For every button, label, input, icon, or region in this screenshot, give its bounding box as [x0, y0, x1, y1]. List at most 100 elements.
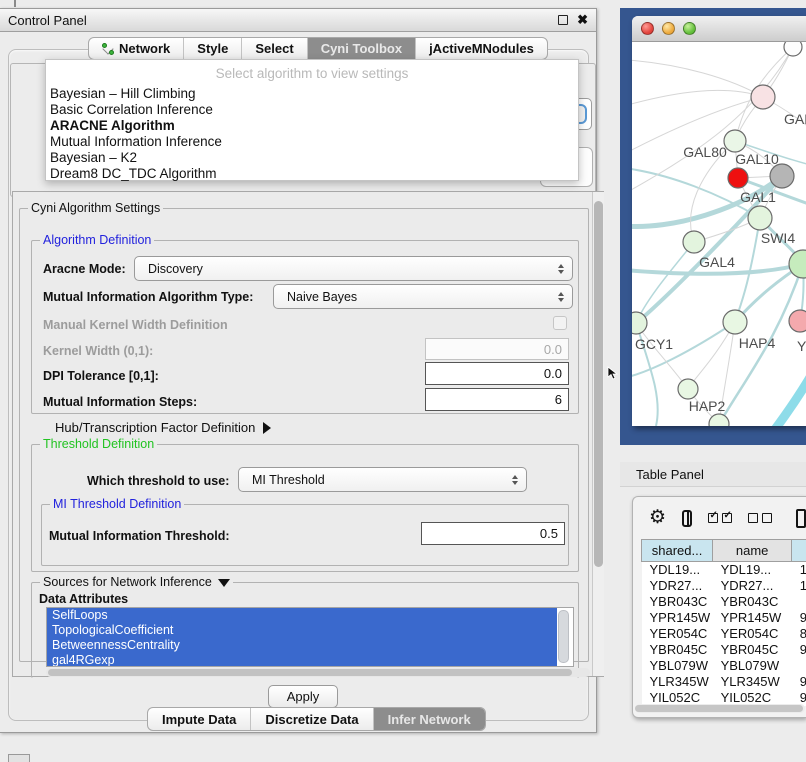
data-attribute-item[interactable]: BetweennessCentrality — [47, 638, 557, 653]
table-cell: YER054C — [642, 626, 713, 642]
network-edge[interactable] — [632, 90, 763, 106]
network-node[interactable] — [728, 168, 748, 188]
data-attribute-item[interactable]: SelfLoops — [47, 608, 557, 623]
gear-icon[interactable]: ⚙ — [649, 508, 666, 528]
application-window: Control Panel ✖ Network Style Select Cyni T… — [0, 0, 806, 762]
network-node[interactable] — [789, 310, 806, 332]
control-panel-titlebar: Control Panel ✖ — [0, 9, 596, 32]
node-attribute-table[interactable]: shared...nameA YDL19...YDL19...13YDR27..… — [641, 539, 806, 706]
network-node-label: GAL10 — [735, 151, 779, 167]
network-node[interactable] — [784, 42, 802, 56]
settings-horizontal-scrollbar-thumb[interactable] — [48, 669, 572, 676]
network-node[interactable] — [751, 85, 775, 109]
algorithm-option[interactable]: Dream8 DC_TDC Algorithm — [46, 166, 578, 182]
table-row[interactable]: YER054CYER054C8. — [642, 626, 806, 642]
algorithm-option[interactable]: Mutual Information Inference — [46, 134, 578, 150]
network-canvas[interactable]: GALGAL80GAL10GAL1SWI4GAL4GCY1HAP4YHAP2 — [632, 42, 806, 426]
algorithm-option[interactable]: ARACNE Algorithm — [46, 118, 578, 134]
apply-button[interactable]: Apply — [268, 685, 338, 708]
close-icon[interactable]: ✖ — [577, 15, 588, 25]
network-node[interactable] — [748, 206, 772, 230]
zoom-traffic-light-icon[interactable] — [683, 22, 696, 35]
hub-definition-expander[interactable]: Hub/Transcription Factor Definition — [55, 420, 271, 435]
manual-kernel-checkbox[interactable] — [553, 316, 567, 330]
network-node[interactable] — [709, 414, 729, 426]
combo-arrows-icon — [558, 292, 564, 302]
which-threshold-label: Which threshold to use: — [87, 474, 229, 488]
close-traffic-light-icon[interactable] — [641, 22, 654, 35]
table-cell: YLR345W — [713, 674, 792, 690]
table-cell: YDL19... — [642, 562, 713, 578]
network-edge[interactable] — [750, 360, 806, 426]
data-attribute-item[interactable]: gal4RGexp — [47, 653, 557, 667]
table-horizontal-scrollbar-thumb[interactable] — [635, 705, 803, 712]
settings-vertical-scrollbar-thumb[interactable] — [594, 201, 603, 567]
bottom-corner-button[interactable] — [8, 754, 30, 762]
tab-select[interactable]: Select — [242, 38, 307, 59]
table-row[interactable]: YBR045CYBR045C9. — [642, 642, 806, 658]
table-column-header[interactable]: A — [792, 540, 806, 562]
mi-threshold-label: Mutual Information Threshold: — [49, 529, 230, 543]
kernel-width-field[interactable]: 0.0 — [425, 338, 569, 360]
network-node[interactable] — [723, 310, 747, 334]
tab-label: Style — [197, 41, 228, 56]
network-node[interactable] — [724, 130, 746, 152]
tab-jactivemnodules[interactable]: jActiveMNodules — [416, 38, 547, 59]
network-node[interactable] — [789, 250, 806, 278]
table-cell: 9. — [792, 674, 806, 690]
bottom-tab-impute-data[interactable]: Impute Data — [148, 708, 251, 730]
bottom-tab-infer-network[interactable]: Infer Network — [374, 708, 485, 730]
table-row[interactable]: YBL079WYBL079W — [642, 658, 806, 674]
table-cell — [792, 658, 806, 674]
network-icon — [102, 43, 114, 55]
mi-steps-field[interactable]: 6 — [425, 388, 569, 411]
network-edge[interactable] — [632, 47, 793, 194]
table-row[interactable]: YBR043CYBR043C — [642, 594, 806, 610]
document-icon[interactable] — [796, 509, 806, 528]
mi-type-combo[interactable]: Naive Bayes — [273, 284, 573, 309]
settings-scroll-pane: Cyni Algorithm Settings Algorithm Defini… — [12, 191, 604, 677]
table-cell: YPR145W — [642, 610, 713, 626]
tab-label: Select — [255, 41, 293, 56]
table-cell: YER054C — [713, 626, 792, 642]
network-node-label: Y — [797, 338, 806, 354]
table-column-header[interactable]: name — [713, 540, 792, 562]
table-row[interactable]: YPR145WYPR145W9. — [642, 610, 806, 626]
float-window-icon[interactable] — [558, 15, 568, 25]
attributes-list-scrollbar[interactable] — [558, 610, 569, 663]
sources-legend[interactable]: Sources for Network Inference — [40, 575, 233, 589]
aracne-mode-combo[interactable]: Discovery — [134, 256, 573, 281]
table-row[interactable]: YDL19...YDL19...13 — [642, 562, 806, 578]
split-view-icon[interactable] — [682, 510, 692, 527]
tab-label: Network — [119, 41, 170, 56]
network-edge[interactable] — [636, 242, 694, 323]
mi-steps-label: Mutual Information Steps: — [43, 395, 197, 409]
tab-network[interactable]: Network — [89, 38, 184, 59]
data-attributes-list[interactable]: SelfLoopsTopologicalCoefficientBetweenne… — [46, 607, 574, 667]
expander-arrow-icon — [263, 422, 271, 434]
which-threshold-combo[interactable]: MI Threshold — [238, 467, 527, 492]
table-row[interactable]: YDR27...YDR27...12 — [642, 578, 806, 594]
algorithm-option[interactable]: Basic Correlation Inference — [46, 102, 578, 118]
tab-style[interactable]: Style — [184, 38, 242, 59]
tab-cyni-toolbox[interactable]: Cyni Toolbox — [308, 38, 416, 59]
algorithm-option[interactable]: Bayesian – Hill Climbing — [46, 86, 578, 102]
algorithm-option[interactable]: Bayesian – K2 — [46, 150, 578, 166]
network-node[interactable] — [678, 379, 698, 399]
mi-threshold-legend: MI Threshold Definition — [50, 497, 184, 511]
bottom-tab-discretize-data[interactable]: Discretize Data — [251, 708, 373, 730]
mi-threshold-field[interactable]: 0.5 — [421, 522, 565, 545]
table-cell: 9. — [792, 642, 806, 658]
checked-columns-icon[interactable] — [708, 513, 732, 523]
table-cell: 13 — [792, 562, 806, 578]
table-column-header[interactable]: shared... — [642, 540, 713, 562]
unchecked-columns-icon[interactable] — [748, 513, 772, 523]
network-node[interactable] — [683, 231, 705, 253]
data-attribute-item[interactable]: TopologicalCoefficient — [47, 623, 557, 638]
table-row[interactable]: YLR345WYLR345W9. — [642, 674, 806, 690]
mouse-cursor — [607, 366, 619, 380]
network-window-titlebar — [632, 16, 806, 42]
minimize-traffic-light-icon[interactable] — [662, 22, 675, 35]
dpi-tolerance-field[interactable]: 0.0 — [425, 362, 569, 385]
network-node[interactable] — [770, 164, 794, 188]
